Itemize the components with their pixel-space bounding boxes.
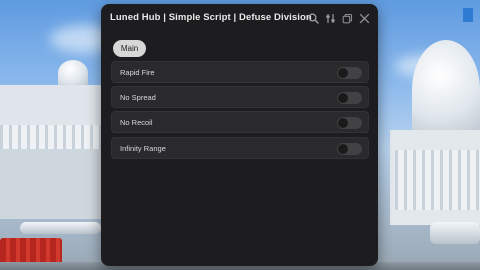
window-title: Luned Hub | Simple Script | Defuse Divis… [110,12,312,23]
background-wall [0,125,101,149]
infinity-range-toggle[interactable] [337,143,362,155]
toggle-row-no-recoil[interactable]: No Recoil [111,111,369,133]
background-wall [395,150,480,210]
toggle-label: Infinity Range [120,144,166,153]
tab-main-label: Main [120,44,139,53]
search-icon[interactable] [307,12,319,24]
toggle-row-rapid-fire[interactable]: Rapid Fire [111,61,369,83]
background-tank [412,40,480,140]
toggle-row-no-spread[interactable]: No Spread [111,86,369,108]
toggle-knob [338,118,348,128]
toggle-knob [338,144,348,154]
no-spread-toggle[interactable] [337,92,362,104]
game-viewport: Luned Hub | Simple Script | Defuse Divis… [0,0,480,270]
no-recoil-toggle[interactable] [337,117,362,129]
background-flag [463,8,473,22]
toggle-knob [338,68,348,78]
background-building [0,149,101,219]
background-pipe [430,222,480,244]
minimize-icon[interactable] [341,12,353,24]
rapid-fire-toggle[interactable] [337,67,362,79]
close-icon[interactable] [358,12,370,24]
toggle-label: No Recoil [120,118,153,127]
settings-sliders-icon[interactable] [324,12,336,24]
script-hub-window: Luned Hub | Simple Script | Defuse Divis… [101,4,378,266]
title-bar[interactable]: Luned Hub | Simple Script | Defuse Divis… [101,4,378,32]
background-tank [58,60,88,86]
toggle-row-infinity-range[interactable]: Infinity Range [111,137,369,159]
tab-main[interactable]: Main [113,40,146,57]
background-pipe [20,222,101,234]
toggle-label: Rapid Fire [120,68,155,77]
toggle-label: No Spread [120,93,156,102]
toggle-knob [338,93,348,103]
